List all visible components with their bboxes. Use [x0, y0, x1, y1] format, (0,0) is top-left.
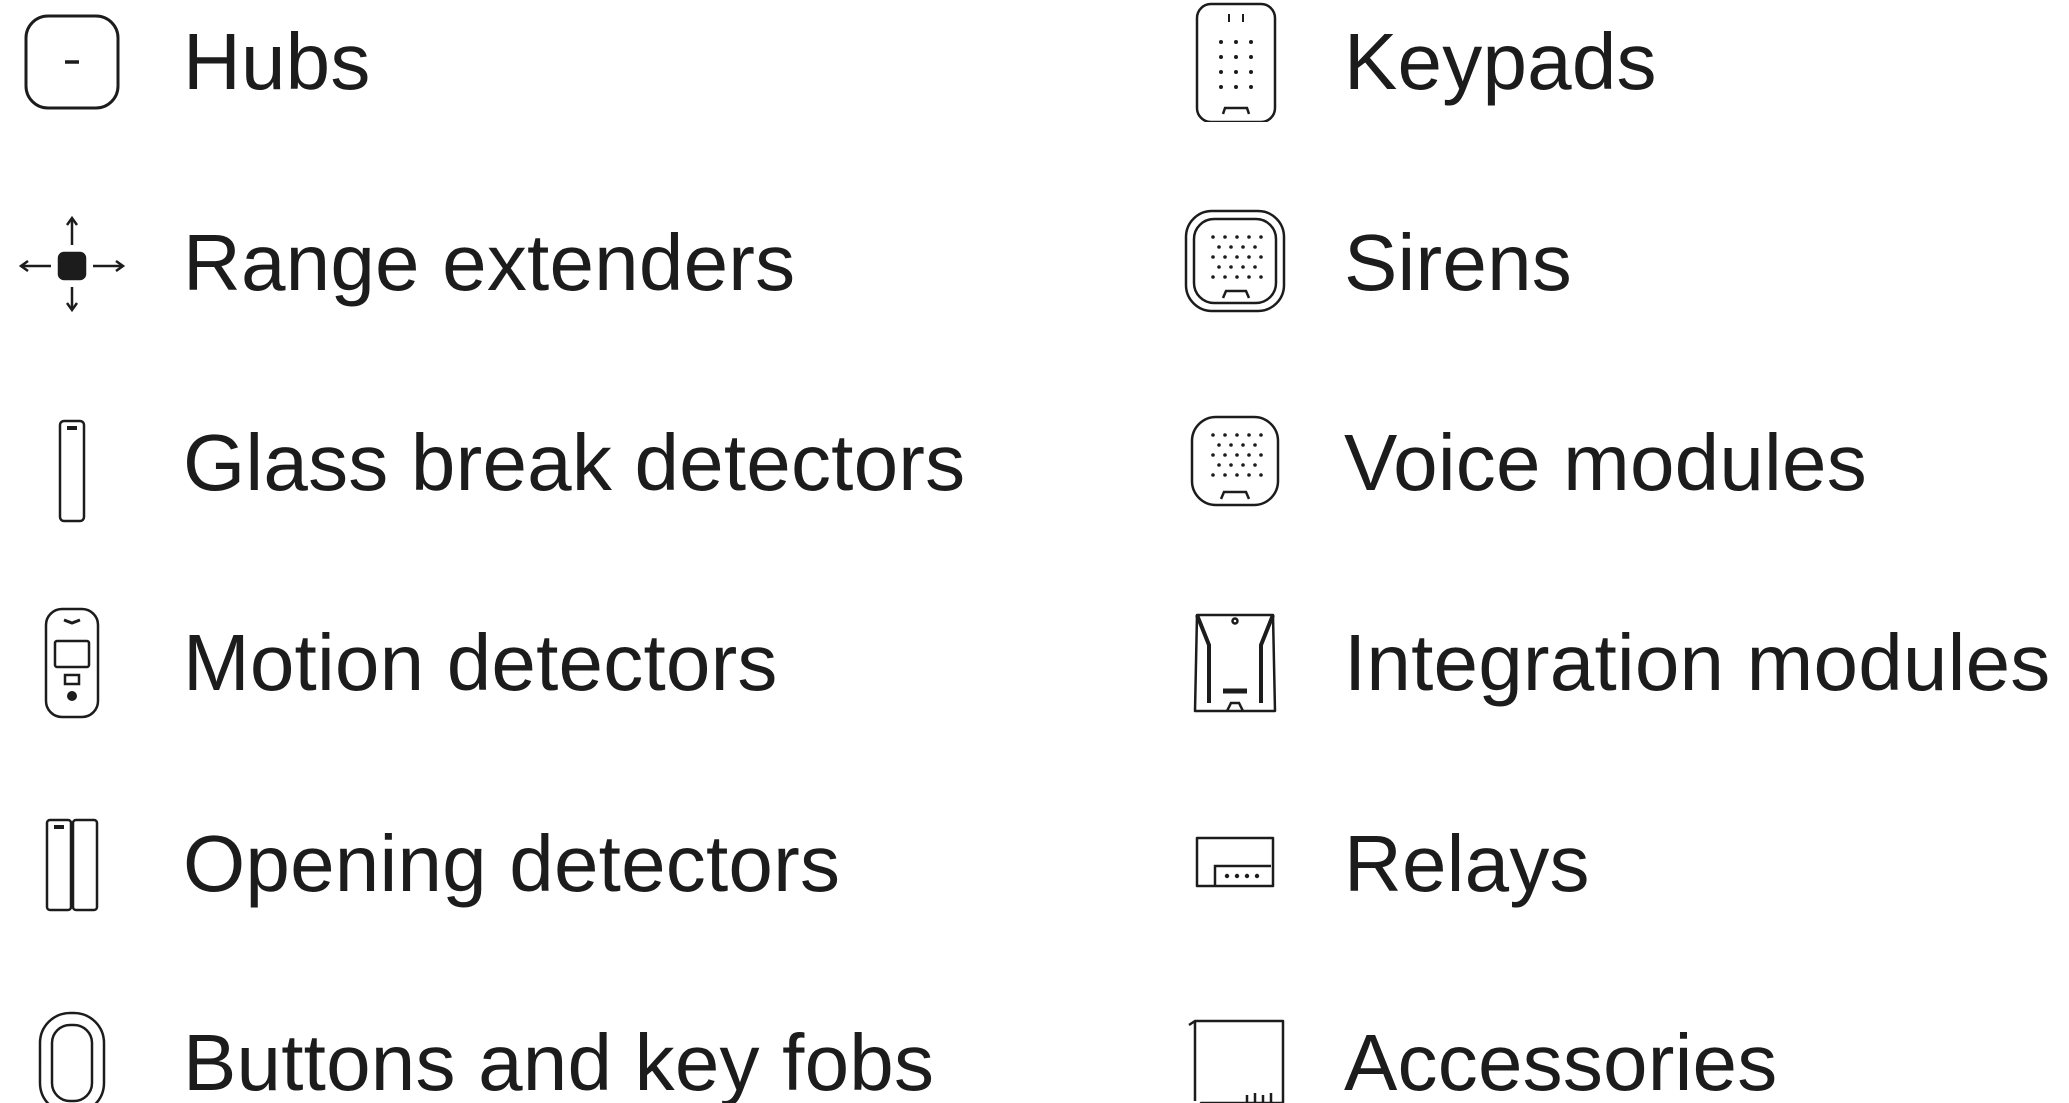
hub-icon [12, 2, 132, 122]
category-item-buttons-key-fobs[interactable]: Buttons and key fobs [0, 1003, 934, 1103]
category-item-relays[interactable]: Relays [1183, 804, 2063, 954]
category-item-accessories[interactable]: Accessories [1183, 1003, 2063, 1103]
category-label: Relays [1344, 819, 1590, 908]
accessories-icon [1183, 1003, 1303, 1103]
category-item-integration-modules[interactable]: Integration modules [1183, 603, 2063, 753]
category-label: Keypads [1344, 17, 1657, 106]
category-item-range-extenders[interactable]: Range extenders [0, 203, 880, 353]
category-label: Integration modules [1344, 618, 2051, 707]
relay-icon [1183, 804, 1303, 924]
button-keyfob-icon [12, 1003, 132, 1103]
category-label: Voice modules [1344, 418, 1867, 507]
category-label: Accessories [1344, 1018, 1778, 1103]
category-label: Sirens [1344, 218, 1572, 307]
category-item-glass-break-detectors[interactable]: Glass break detectors [0, 403, 965, 553]
category-label: Range extenders [183, 218, 796, 307]
category-label: Motion detectors [183, 618, 778, 707]
category-item-voice-modules[interactable]: Voice modules [1183, 403, 2063, 553]
category-item-motion-detectors[interactable]: Motion detectors [0, 603, 880, 753]
keypad-icon [1183, 2, 1303, 122]
category-item-keypads[interactable]: Keypads [1183, 2, 2063, 152]
category-label: Hubs [183, 17, 371, 106]
category-item-hubs[interactable]: Hubs [0, 2, 880, 152]
glass-break-detector-icon [12, 403, 132, 523]
integration-module-icon [1183, 603, 1303, 723]
opening-detector-icon [12, 804, 132, 924]
category-item-opening-detectors[interactable]: Opening detectors [0, 804, 880, 954]
voice-module-icon [1183, 403, 1303, 523]
category-label: Buttons and key fobs [183, 1018, 935, 1103]
category-label: Opening detectors [183, 819, 841, 908]
range-extender-icon [12, 203, 132, 323]
motion-detector-icon [12, 603, 132, 723]
category-item-sirens[interactable]: Sirens [1183, 203, 2063, 353]
siren-icon [1183, 203, 1303, 323]
category-label: Glass break detectors [183, 418, 966, 507]
